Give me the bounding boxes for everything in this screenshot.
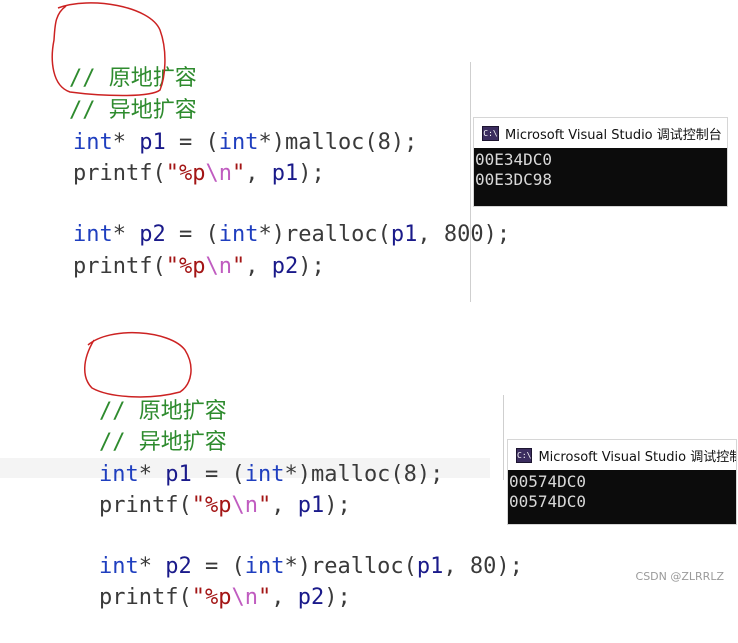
console-app-icon: C:\: [516, 447, 533, 463]
panel-divider: [503, 395, 504, 480]
console-app-icon: C:\: [482, 125, 499, 141]
console-titlebar[interactable]: C:\ Microsoft Visual Studio 调试控制台: [474, 118, 727, 148]
debug-console-window: C:\ Microsoft Visual Studio 调试控制台 00E34D…: [474, 118, 727, 206]
panel-divider: [470, 62, 471, 302]
console-output-line: 00E3DC98: [475, 170, 553, 189]
console-title: Microsoft Visual Studio 调试控制: [538, 449, 736, 465]
console-title: Microsoft Visual Studio 调试控制台: [505, 127, 722, 143]
console-output-line: 00574DC0: [509, 492, 587, 511]
console-output: 00574DC0 00574DC0: [508, 470, 736, 524]
console-output-line: 00E34DC0: [475, 150, 553, 169]
console-titlebar[interactable]: C:\ Microsoft Visual Studio 调试控制: [508, 440, 736, 470]
console-output: 00E34DC0 00E3DC98: [474, 148, 727, 206]
watermark: CSDN @ZLRRLZ: [635, 570, 724, 583]
code-line-printf-p2: printf("%p\n", p2);: [72, 254, 325, 279]
console-output-line: 00574DC0: [509, 472, 587, 491]
code-line-printf-p2: printf("%p\n", p2);: [98, 585, 351, 610]
debug-console-window: C:\ Microsoft Visual Studio 调试控制 00574DC…: [508, 440, 736, 524]
